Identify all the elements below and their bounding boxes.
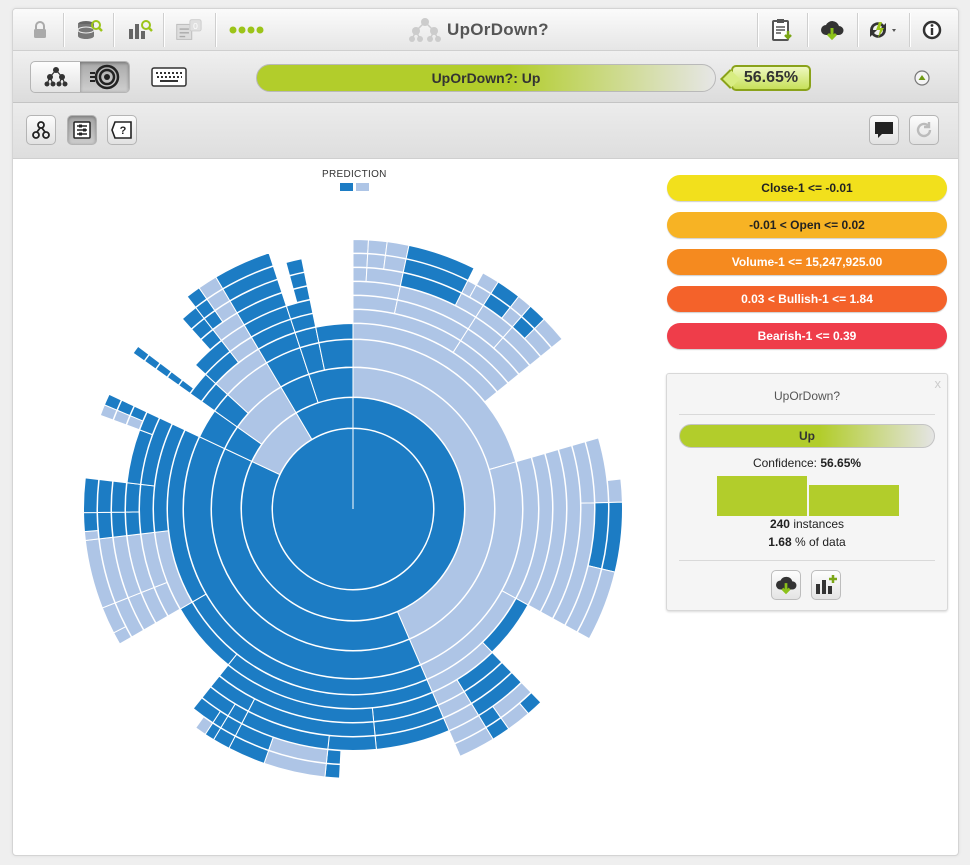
chart-add-icon: [816, 575, 837, 594]
sunburst-segment[interactable]: [97, 511, 114, 540]
app-window: 0 UpOrDown? UpOrDown?: Up 56.65% ? PREDI…: [12, 8, 959, 856]
sunburst-segment[interactable]: [606, 478, 623, 503]
clipboard-icon[interactable]: [767, 15, 797, 45]
sunburst-segment[interactable]: [327, 735, 377, 751]
sunburst-chart[interactable]: [73, 229, 633, 789]
cloud-download-icon: [776, 576, 797, 595]
rule-item[interactable]: 0.03 < Bullish-1 <= 1.84: [667, 286, 947, 312]
secondary-toolbar: ?: [13, 103, 958, 159]
card-prediction: Up: [799, 429, 815, 443]
sunburst-segment[interactable]: [384, 241, 410, 260]
sunburst-segment[interactable]: [111, 511, 128, 538]
rule-item[interactable]: Bearish-1 <= 0.39: [667, 323, 947, 349]
question-button[interactable]: ?: [107, 115, 137, 145]
view-mode-toggle: [30, 61, 130, 93]
add-chart-button[interactable]: [811, 570, 841, 600]
sunburst-segment[interactable]: [285, 258, 305, 277]
comment-button[interactable]: [869, 115, 899, 145]
sunburst-view-button[interactable]: [80, 62, 129, 92]
sunburst-segment[interactable]: [318, 338, 354, 371]
question-tag-icon: ?: [111, 121, 132, 139]
rule-text: Close-1 <= -0.01: [761, 181, 853, 195]
instances-number: 240: [769, 517, 790, 531]
speech-bubble-icon: [875, 122, 893, 138]
legend-title: PREDICTION: [322, 169, 387, 180]
sunburst-segment[interactable]: [139, 483, 155, 535]
rule-text: 0.03 < Bullish-1 <= 1.84: [741, 292, 873, 306]
sunburst-segment[interactable]: [125, 482, 141, 513]
progress-dots-icon: [227, 15, 269, 45]
sunburst-segment[interactable]: [83, 511, 99, 533]
rule-text: Volume-1 <= 15,247,925.00: [731, 255, 883, 269]
rule-item[interactable]: Close-1 <= -0.01: [667, 175, 947, 201]
sunburst-segment[interactable]: [271, 427, 434, 590]
sunburst-segment[interactable]: [366, 253, 386, 270]
legend-swatch-light: [356, 183, 369, 191]
sunburst-segment[interactable]: [352, 266, 368, 282]
prediction-bar: UpOrDown?: Up 56.65%: [13, 51, 958, 103]
rule-item[interactable]: Volume-1 <= 15,247,925.00: [667, 249, 947, 275]
tree-icon: [44, 67, 67, 87]
sunburst-segment[interactable]: [367, 239, 388, 256]
tree-small-icon: [32, 121, 50, 139]
predict-icon[interactable]: [865, 15, 899, 45]
legend-swatch-dark: [340, 183, 353, 191]
sunburst-segment[interactable]: [97, 478, 114, 513]
confidence-value: 56.65%: [743, 69, 799, 86]
tree-view-button[interactable]: [31, 62, 80, 92]
sunburst-segment[interactable]: [111, 480, 128, 513]
sunburst-segment[interactable]: [325, 749, 342, 765]
card-confidence: Confidence: 56.65%: [667, 456, 947, 470]
node-info-card: x UpOrDown? Up Confidence: 56.65% 240 in…: [666, 373, 948, 611]
refresh-icon: [916, 122, 932, 138]
lock-icon[interactable]: [25, 15, 55, 45]
info-icon[interactable]: [917, 15, 947, 45]
percent-label: % of data: [795, 535, 846, 549]
sunburst-icon: [89, 64, 119, 90]
sunburst-segment[interactable]: [352, 238, 370, 254]
sliders-icon: [73, 121, 91, 139]
top-toolbar: 0 UpOrDown?: [13, 9, 958, 51]
collapse-up-icon[interactable]: [913, 69, 931, 87]
download-icon[interactable]: [817, 15, 847, 45]
keyboard-icon[interactable]: [151, 63, 187, 91]
rule-text: -0.01 < Open <= 0.02: [749, 218, 865, 232]
percent-number: 1.68: [768, 535, 792, 549]
svg-text:?: ?: [120, 125, 127, 137]
card-percent: 1.68 % of data: [667, 535, 947, 549]
filter-sliders-button[interactable]: [67, 115, 97, 145]
sunburst-segment[interactable]: [125, 511, 142, 537]
sunburst-segment[interactable]: [83, 529, 100, 542]
model-tree-icon: [409, 18, 441, 42]
model-title: UpOrDown?: [409, 17, 549, 43]
confidence-number: 56.65%: [820, 456, 862, 470]
confidence-badge: 56.65%: [731, 65, 811, 91]
sunburst-segment[interactable]: [352, 252, 369, 268]
card-instances: 240 instances: [667, 517, 947, 531]
model-search-icon[interactable]: [125, 15, 155, 45]
prediction-label: UpOrDown?: Up: [431, 70, 541, 86]
card-title: UpOrDown?: [773, 389, 841, 403]
rule-item[interactable]: -0.01 < Open <= 0.02: [667, 212, 947, 238]
distribution-bar-down: [809, 485, 899, 516]
card-prediction-bar: Up: [679, 424, 935, 448]
task-icon[interactable]: 0: [173, 15, 203, 45]
dataset-search-icon[interactable]: [75, 15, 105, 45]
sunburst-segment[interactable]: [83, 477, 100, 514]
confidence-label: Confidence:: [752, 456, 817, 470]
model-name: UpOrDown?: [447, 20, 549, 39]
prediction-label-bar: UpOrDown?: Up: [256, 64, 716, 92]
download-node-button[interactable]: [771, 570, 801, 600]
instances-label: instances: [793, 517, 845, 531]
svg-text:0: 0: [193, 21, 198, 31]
tree-layout-button[interactable]: [26, 115, 56, 145]
distribution-bar-up: [717, 476, 807, 516]
refresh-button[interactable]: [909, 115, 939, 145]
sunburst-segment[interactable]: [324, 763, 341, 779]
rule-text: Bearish-1 <= 0.39: [757, 329, 857, 343]
